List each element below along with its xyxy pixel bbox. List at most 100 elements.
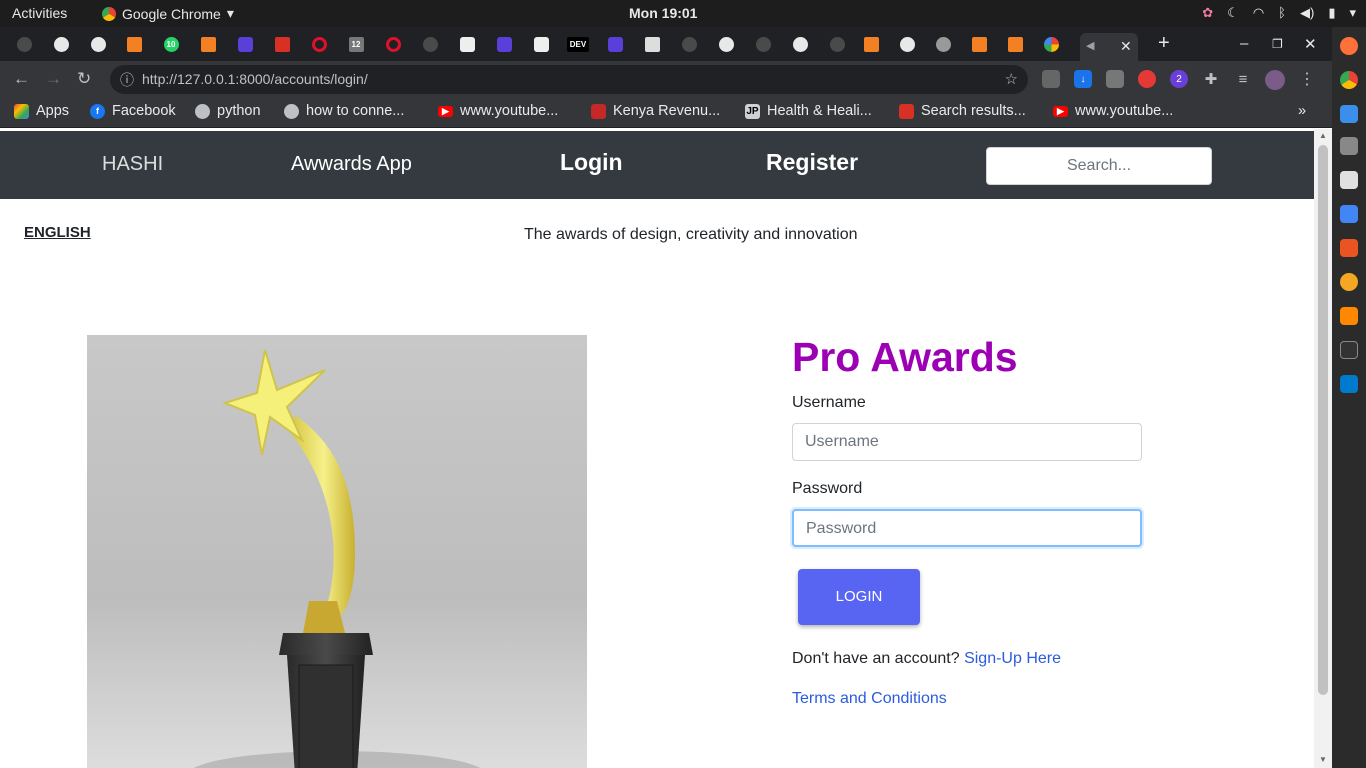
- bookmark-label: Search results...: [921, 103, 1026, 119]
- close-tab-icon[interactable]: ✕: [1120, 38, 1132, 55]
- tab[interactable]: [859, 33, 883, 55]
- tab[interactable]: [455, 33, 479, 55]
- tab[interactable]: [788, 33, 812, 55]
- info-icon[interactable]: ⓘ: [120, 70, 134, 90]
- bookmark-label: Health & Heali...: [767, 103, 872, 119]
- search-input[interactable]: Search...: [986, 147, 1212, 185]
- tab[interactable]: [49, 33, 73, 55]
- github-icon: [829, 36, 845, 52]
- page-scrollbar[interactable]: ▲ ▼: [1314, 129, 1332, 768]
- avatar[interactable]: [1265, 70, 1285, 90]
- tab[interactable]: [122, 33, 146, 55]
- tab[interactable]: [307, 33, 331, 55]
- media-icon[interactable]: ≡: [1234, 70, 1252, 88]
- tab[interactable]: [492, 33, 516, 55]
- download-icon[interactable]: ↓: [1074, 70, 1092, 88]
- tab[interactable]: [825, 33, 849, 55]
- tab[interactable]: [640, 33, 664, 55]
- bookmark-kenya-revenue[interactable]: Kenya Revenu...: [591, 103, 720, 119]
- tab[interactable]: [1039, 33, 1063, 55]
- tab-active[interactable]: ◀ ✕: [1080, 33, 1138, 61]
- tab[interactable]: [86, 33, 110, 55]
- tab[interactable]: [931, 33, 955, 55]
- pen-icon[interactable]: [1106, 70, 1124, 88]
- bookmark-facebook[interactable]: f Facebook: [90, 103, 176, 119]
- terms-link[interactable]: Terms and Conditions: [792, 690, 947, 708]
- slack-icon[interactable]: [1340, 105, 1358, 123]
- app-icon[interactable]: [1340, 171, 1358, 189]
- trophy-illustration: [193, 349, 481, 768]
- back-button[interactable]: ←: [13, 69, 30, 89]
- tab[interactable]: [751, 33, 775, 55]
- nav-awwards-app[interactable]: Awwards App: [291, 153, 412, 176]
- tab[interactable]: [12, 33, 36, 55]
- tab[interactable]: [967, 33, 991, 55]
- new-tab-button[interactable]: +: [1158, 32, 1170, 55]
- tab[interactable]: [196, 33, 220, 55]
- chrome-icon[interactable]: [1340, 71, 1358, 89]
- scroll-up-icon[interactable]: ▲: [1319, 131, 1327, 140]
- tab[interactable]: [270, 33, 294, 55]
- close-window-button[interactable]: ✕: [1304, 35, 1317, 53]
- app-menu[interactable]: Google Chrome ▾: [102, 5, 234, 22]
- scrollbar-thumb[interactable]: [1318, 145, 1328, 695]
- tab[interactable]: 12: [344, 33, 368, 55]
- software-icon[interactable]: [1340, 239, 1358, 257]
- image-icon: [644, 36, 660, 52]
- system-tray[interactable]: ✿ ☾ ◠ ᛒ ◀) ▮ ▾: [1202, 5, 1356, 21]
- extension-badge-icon[interactable]: 2: [1170, 70, 1188, 88]
- nav-login[interactable]: Login: [560, 149, 623, 176]
- tab[interactable]: [529, 33, 553, 55]
- more-bookmarks-icon[interactable]: »: [1298, 103, 1306, 119]
- tab[interactable]: [895, 33, 919, 55]
- tab[interactable]: [1003, 33, 1027, 55]
- bookmark-youtube-2[interactable]: ▶ www.youtube...: [1053, 103, 1173, 119]
- extension-red-icon[interactable]: [1138, 70, 1156, 88]
- vscode-icon[interactable]: [1340, 375, 1358, 393]
- bookmark-youtube[interactable]: ▶ www.youtube...: [438, 103, 558, 119]
- menu-icon[interactable]: ⋮: [1298, 70, 1316, 88]
- tab[interactable]: [714, 33, 738, 55]
- bookmark-health[interactable]: JP Health & Heali...: [745, 103, 872, 119]
- bookmark-search-results[interactable]: Search results...: [899, 103, 1026, 119]
- login-button[interactable]: LOGIN: [798, 569, 920, 625]
- tab[interactable]: [677, 33, 701, 55]
- password-field[interactable]: Password: [792, 509, 1142, 547]
- bookmark-apps[interactable]: Apps: [14, 103, 69, 119]
- activities-button[interactable]: Activities: [12, 5, 67, 21]
- nav-brand[interactable]: HASHI: [102, 153, 163, 176]
- chrome-icon: [899, 36, 915, 52]
- signup-link[interactable]: Sign-Up Here: [964, 650, 1061, 667]
- terminal-icon[interactable]: [1340, 341, 1358, 359]
- tab[interactable]: [418, 33, 442, 55]
- scroll-down-icon[interactable]: ▼: [1319, 755, 1327, 764]
- bookmark-how-to-connect[interactable]: how to conne...: [284, 103, 404, 119]
- system-top-bar: Activities Google Chrome ▾ Mon 19:01 ✿ ☾…: [0, 0, 1366, 27]
- tab[interactable]: [381, 33, 405, 55]
- camera-icon[interactable]: [1042, 70, 1060, 88]
- chevron-down-icon: ▾: [1349, 5, 1356, 20]
- tab[interactable]: [603, 33, 627, 55]
- puzzle-icon[interactable]: ✚: [1202, 70, 1220, 88]
- maximize-button[interactable]: ❐: [1272, 37, 1283, 51]
- reload-button[interactable]: ↻: [77, 69, 91, 89]
- document-icon[interactable]: [1340, 205, 1358, 223]
- tab[interactable]: DEV: [566, 33, 590, 55]
- tab[interactable]: 10: [159, 33, 183, 55]
- tab[interactable]: [233, 33, 257, 55]
- stackoverflow-icon: [971, 36, 987, 52]
- forward-button[interactable]: →: [45, 69, 62, 89]
- minimize-button[interactable]: –: [1240, 35, 1248, 52]
- username-field[interactable]: Username: [792, 423, 1142, 461]
- postman-icon[interactable]: [1340, 273, 1358, 291]
- firefox-icon[interactable]: [1340, 37, 1358, 55]
- bookmark-python[interactable]: python: [195, 103, 261, 119]
- address-bar[interactable]: ⓘ http://127.0.0.1:8000/accounts/login/ …: [110, 65, 1028, 94]
- nav-register[interactable]: Register: [766, 149, 858, 176]
- files-icon[interactable]: [1340, 137, 1358, 155]
- language-link[interactable]: ENGLISH: [24, 224, 91, 241]
- bookmark-star-icon[interactable]: ☆: [1005, 70, 1018, 88]
- clock[interactable]: Mon 19:01: [629, 5, 697, 21]
- vlc-icon[interactable]: [1340, 307, 1358, 325]
- audio-icon: [607, 36, 623, 52]
